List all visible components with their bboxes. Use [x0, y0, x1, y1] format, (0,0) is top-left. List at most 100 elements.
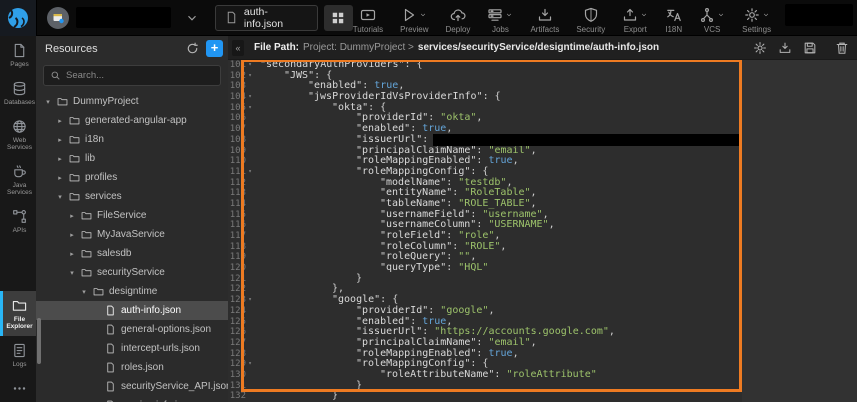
project-switcher[interactable] — [47, 7, 171, 29]
tree-collapse-icon[interactable]: ▸ — [68, 231, 76, 239]
wavemaker-logo[interactable] — [0, 0, 37, 36]
security-button[interactable]: Security — [576, 7, 605, 34]
export-button[interactable]: Export — [622, 7, 648, 34]
tree-expand-icon[interactable]: ▾ — [44, 98, 52, 106]
tree-collapse-icon[interactable]: ▸ — [56, 136, 64, 144]
tree-collapse-icon[interactable]: ▸ — [68, 250, 76, 258]
tree-collapse-icon[interactable]: ▸ — [56, 155, 64, 163]
code-line-110[interactable]: 110"roleMappingEnabled": true, — [228, 156, 857, 167]
sidebar-item-pages[interactable]: Pages — [0, 36, 36, 74]
code-line-119[interactable]: 119"roleQuery": "", — [228, 252, 857, 263]
code-line-111[interactable]: 111▾"roleMappingConfig": { — [228, 167, 857, 178]
code-line-128[interactable]: 128"roleMappingEnabled": true, — [228, 349, 857, 360]
tutorials-button[interactable]: Tutorials — [353, 7, 383, 34]
tree-folder-securityservice[interactable]: ▾securityService — [36, 263, 228, 282]
fold-marker-icon[interactable]: ▾ — [246, 167, 254, 178]
line-number: 115 — [228, 210, 246, 221]
fold-marker-icon[interactable]: ▾ — [246, 295, 254, 306]
redacted-project-name — [76, 7, 171, 28]
tree-file-roles-json[interactable]: roles.json — [36, 358, 228, 377]
code-line-118[interactable]: 118"roleColumn": "ROLE", — [228, 242, 857, 253]
tree-folder-services[interactable]: ▾services — [36, 187, 228, 206]
tree-folder-dummyproject[interactable]: ▾DummyProject — [36, 92, 228, 111]
fold-marker-icon[interactable]: ▾ — [246, 103, 254, 114]
tree-collapse-icon[interactable]: ▸ — [68, 212, 76, 220]
code-line-117[interactable]: 117"roleField": "role", — [228, 231, 857, 242]
tree-file-securityservice-api-json[interactable]: securityService_API.json — [36, 377, 228, 396]
chevron-down-icon[interactable] — [185, 11, 199, 25]
fold-marker-icon[interactable]: ▾ — [246, 359, 254, 370]
line-number: 118 — [228, 242, 246, 253]
tree-folder-profiles[interactable]: ▸profiles — [36, 168, 228, 187]
sidebar-item-file-explorer[interactable]: File Explorer — [0, 291, 36, 336]
tree-collapse-icon[interactable]: ▸ — [56, 174, 64, 182]
i18n-button[interactable]: I18N — [665, 7, 682, 34]
tree-expand-icon[interactable]: ▾ — [68, 269, 76, 277]
code-editor[interactable]: 101▾"secondaryAuthProviders": {102▾"JWS"… — [228, 60, 857, 402]
add-resource-button[interactable]: + — [206, 40, 223, 57]
tree-folder-fileservice[interactable]: ▸FileService — [36, 206, 228, 225]
tree-file-general-options-json[interactable]: general-options.json — [36, 320, 228, 339]
code-line-104[interactable]: 104▾"jwsProviderIdVsProviderInfo": { — [228, 92, 857, 103]
sidebar-item-web-services[interactable]: Web Services — [0, 112, 36, 157]
code-line-132[interactable]: 132} — [228, 391, 857, 402]
code-line-106[interactable]: 106"providerId": "okta", — [228, 113, 857, 124]
tree-file-service-info-json[interactable]: service-info.json — [36, 396, 228, 402]
tree-folder-myjavaservice[interactable]: ▸MyJavaService — [36, 225, 228, 244]
tree-expand-icon[interactable]: ▾ — [56, 193, 64, 201]
jobs-button[interactable]: Jobs — [487, 7, 513, 34]
tree-file-auth-info-json[interactable]: auth-info.json — [36, 301, 228, 320]
tree-folder-lib[interactable]: ▸lib — [36, 149, 228, 168]
delete-file-icon[interactable] — [835, 41, 849, 55]
preview-button[interactable]: Preview — [400, 7, 428, 34]
resource-search[interactable] — [43, 65, 221, 86]
ide-window: auth-info.json Tutorials Preview Deploy Job… — [0, 0, 857, 402]
tree-expand-icon[interactable]: ▾ — [80, 288, 88, 296]
fold-marker-icon[interactable]: ▾ — [246, 71, 254, 82]
refresh-icon[interactable] — [186, 42, 199, 55]
sidebar-item-logs[interactable]: Logs — [0, 336, 36, 374]
code-line-126[interactable]: 126"issuerUrl": "https://accounts.google… — [228, 327, 857, 338]
sidebar-item-more[interactable] — [0, 374, 36, 402]
tree-folder-designtime[interactable]: ▾designtime — [36, 282, 228, 301]
deploy-button[interactable]: Deploy — [446, 7, 471, 34]
vcs-button[interactable]: VCS — [699, 7, 725, 34]
save-file-icon[interactable] — [803, 41, 817, 55]
code-line-121[interactable]: 121} — [228, 274, 857, 285]
code-line-105[interactable]: 105▾"okta": { — [228, 103, 857, 114]
tab-auth-info-json[interactable]: auth-info.json — [215, 5, 318, 31]
code-line-112[interactable]: 112"modelName": "testdb", — [228, 178, 857, 189]
code-line-120[interactable]: 120"queryType": "HQL" — [228, 263, 857, 274]
code-line-109[interactable]: 109"principalClaimName": "email", — [228, 146, 857, 157]
fold-spacer — [246, 306, 254, 317]
artifacts-button[interactable]: Artifacts — [530, 7, 559, 34]
tree-folder-i18n[interactable]: ▸i18n — [36, 130, 228, 149]
panel-scrollbar-thumb[interactable] — [37, 318, 41, 364]
code-line-122[interactable]: 122}, — [228, 284, 857, 295]
code-line-131[interactable]: 131} — [228, 381, 857, 392]
file-icon — [225, 11, 238, 24]
folder-icon — [93, 286, 104, 297]
fold-marker-icon[interactable]: ▾ — [246, 60, 254, 71]
tree-collapse-icon[interactable]: ▸ — [56, 117, 64, 125]
code-line-113[interactable]: 113"entityName": "RoleTable", — [228, 188, 857, 199]
code-line-116[interactable]: 116"usernameColumn": "USERNAME", — [228, 220, 857, 231]
code-line-130[interactable]: 130"roleAttributeName": "roleAttribute" — [228, 370, 857, 381]
code-line-123[interactable]: 123▾"google": { — [228, 295, 857, 306]
sidebar-item-java-services[interactable]: Java Services — [0, 157, 36, 202]
settings-button[interactable]: Settings — [742, 7, 771, 34]
fold-marker-icon[interactable]: ▾ — [246, 92, 254, 103]
dashboard-grid-button[interactable] — [324, 5, 353, 31]
search-input[interactable] — [66, 70, 196, 81]
code-line-127[interactable]: 127"principalClaimName": "email", — [228, 338, 857, 349]
sidebar-item-databases[interactable]: Databases — [0, 74, 36, 112]
cloud-up-icon — [450, 7, 466, 23]
collapse-panel-icon[interactable]: « — [232, 40, 244, 56]
sidebar-item-apis[interactable]: APIs — [0, 202, 36, 240]
tree-folder-salesdb[interactable]: ▸salesdb — [36, 244, 228, 263]
tree-folder-generated-angular-app[interactable]: ▸generated-angular-app — [36, 111, 228, 130]
download-file-icon[interactable] — [778, 41, 792, 55]
code-line-124[interactable]: 124"providerId": "google", — [228, 306, 857, 317]
file-settings-gear-icon[interactable] — [753, 41, 767, 55]
tree-file-intercept-urls-json[interactable]: intercept-urls.json — [36, 339, 228, 358]
